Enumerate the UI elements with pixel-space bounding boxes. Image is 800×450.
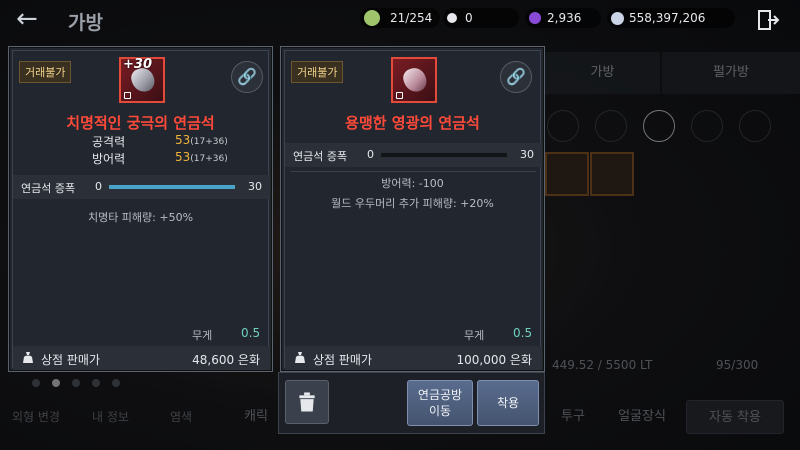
amplify-min: 0 [367, 148, 374, 161]
weight-value: 0.5 [513, 326, 533, 340]
shop-price-label: 상점 판매가 [313, 353, 373, 367]
amplify-row: 연금석 증폭 0 30 [13, 175, 270, 199]
stat-label: 방어력 [92, 152, 126, 166]
shop-price-label: 상점 판매가 [41, 353, 101, 367]
lock-icon [124, 92, 131, 99]
divider [291, 171, 536, 172]
amplify-min: 0 [95, 180, 102, 193]
amplify-bar [109, 185, 235, 189]
stat-label: 공격력 [92, 135, 126, 149]
amplify-row: 연금석 증폭 0 30 [285, 143, 542, 167]
back-arrow-icon[interactable]: ← [16, 6, 48, 34]
stat-value: 53(17+36) [175, 133, 228, 147]
pearl-count: 0 [443, 8, 519, 28]
silver-coin-icon [611, 12, 624, 25]
delete-button[interactable] [285, 380, 329, 424]
link-icon[interactable]: 🔗 [500, 61, 532, 93]
untradeable-badge: 거래불가 [291, 61, 344, 83]
lock-icon [396, 92, 403, 99]
item-name: 용맹한 영광의 연금석 [345, 114, 480, 132]
trash-icon [299, 392, 315, 412]
item-tooltip-compare: 거래불가 +30 🔗 치명적인 궁극의 연금석 공격력 53(17+36) 방어… [8, 46, 273, 372]
shop-price-row: 상점 판매가 48,600 은화 [13, 346, 270, 370]
weight-value: 0.5 [241, 326, 261, 340]
money-bag-icon [23, 352, 33, 363]
shop-price-value: 48,600 은화 [192, 353, 260, 367]
item-icon [391, 57, 437, 103]
shop-price-row: 상점 판매가 100,000 은화 [285, 346, 542, 370]
effect-line: 월드 우두머리 추가 피해량: +20% [331, 197, 494, 210]
money-bag-icon [295, 352, 305, 363]
effect-line: 치명타 피해량: +50% [87, 211, 194, 224]
purple-gem-icon [529, 12, 541, 24]
stat-value: 53(17+36) [175, 150, 228, 164]
link-icon[interactable]: 🔗 [231, 61, 263, 93]
amplify-max: 30 [520, 148, 534, 161]
silver-count: 558,397,206 [607, 8, 735, 28]
item-name: 치명적인 궁극의 연금석 [66, 114, 215, 132]
move-to-alchemy-button[interactable]: 연금공방 이동 [407, 380, 473, 426]
pearl-icon [447, 13, 457, 23]
effect-line: 방어력: -100 [381, 177, 444, 190]
exit-door-icon[interactable] [756, 8, 780, 32]
weight-label: 무게 [464, 329, 485, 342]
enhance-level: +30 [123, 57, 152, 72]
shop-price-value: 100,000 은화 [456, 353, 532, 367]
alchemy-stone-icon [400, 64, 430, 96]
untradeable-badge: 거래불가 [19, 61, 72, 83]
amplify-max: 30 [248, 180, 262, 193]
bag-capacity: 21/254 [360, 8, 440, 28]
bag-capacity-icon [364, 10, 380, 26]
purple-gem-count: 2,936 [525, 8, 601, 28]
amplify-label: 연금석 증폭 [21, 182, 76, 195]
equip-button[interactable]: 착용 [477, 380, 539, 426]
item-tooltip-selected: 거래불가 🔗 용맹한 영광의 연금석 연금석 증폭 0 30 방어력: -100… [280, 46, 545, 372]
amplify-bar-fill [109, 185, 235, 189]
item-icon: +30 [119, 57, 165, 103]
weight-label: 무게 [192, 329, 213, 342]
amplify-bar [381, 153, 507, 157]
top-bar: ← 가방 21/254 0 2,936 558,397,206 [0, 0, 800, 38]
amplify-label: 연금석 증폭 [293, 150, 348, 163]
page-title: 가방 [68, 12, 103, 34]
